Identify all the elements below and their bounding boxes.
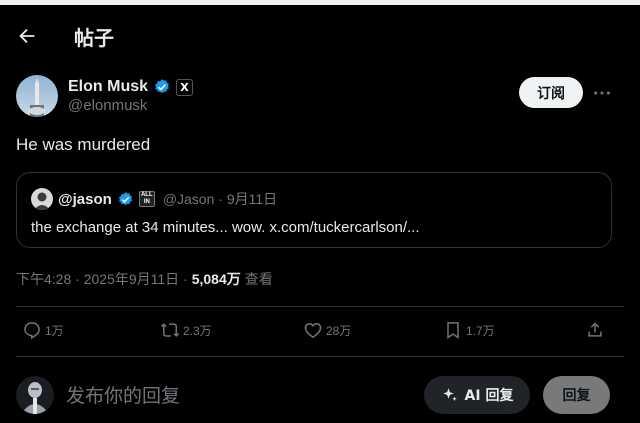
quote-author-avatar [31,188,53,210]
ai-reply-button[interactable]: AI 回复 [424,376,530,414]
ai-reply-label: AI 回复 [464,388,514,404]
quote-author-name: @jason [58,190,112,208]
reply-action[interactable]: 1万 [22,320,64,340]
quote-meta: @Jason · 9月11日 [162,191,278,207]
quoted-tweet[interactable]: @jason ALL IN @Jason · 9月11日 the exchang… [16,172,612,248]
page-title: 帖子 [74,27,114,50]
divider [16,306,624,307]
author-avatar[interactable] [16,75,58,117]
back-arrow-icon[interactable] [16,25,38,47]
reply-count: 1万 [45,323,64,338]
bookmark-icon [447,322,459,339]
verified-badge-icon [118,191,132,205]
reply-icon [24,322,40,340]
repost-count: 2.3万 [183,323,212,338]
more-options-icon[interactable] [591,82,613,104]
like-action[interactable]: 28万 [303,320,351,340]
x-affiliation-badge-icon: X [176,78,194,96]
author-name[interactable]: Elon Musk [68,78,148,96]
view-count: 5,084万 [191,271,241,287]
current-user-avatar[interactable] [16,376,54,414]
author-block: Elon Musk X @elonmusk [16,72,194,120]
like-count: 28万 [326,323,352,338]
subscribe-button[interactable]: 订阅 [519,77,583,108]
view-label: 查看 [244,271,273,287]
post-timestamp[interactable]: 下午4:28 · 2025年9月11日 · [16,269,188,289]
all-in-affiliation-badge: ALL IN [138,191,155,207]
verified-badge-icon [155,79,169,94]
author-handle[interactable]: @elonmusk [68,97,193,114]
window-top-edge [0,0,640,5]
heart-icon [304,322,322,338]
share-action[interactable] [585,320,605,340]
reply-button[interactable]: 回复 [543,376,610,414]
repost-action[interactable]: 2.3万 [160,320,212,340]
quote-text: the exchange at 34 minutes... wow. x.com… [31,219,420,236]
post-metadata: 下午4:28 · 2025年9月11日 · 5,084万 查看 [16,269,273,289]
bookmark-action[interactable]: 1.7万 [443,320,495,340]
tweet-text: He was murdered [16,135,151,154]
repost-icon [160,323,180,337]
share-icon [588,322,602,337]
post-header: 帖子 [0,8,640,64]
reply-composer: AI 回复 回复 [0,364,640,423]
action-bar: 1万 2.3万 28万 1.7万 [0,312,640,352]
sparkle-icon [442,388,457,401]
bookmark-count: 1.7万 [466,323,495,338]
reply-input[interactable] [66,380,406,412]
divider [16,356,624,357]
